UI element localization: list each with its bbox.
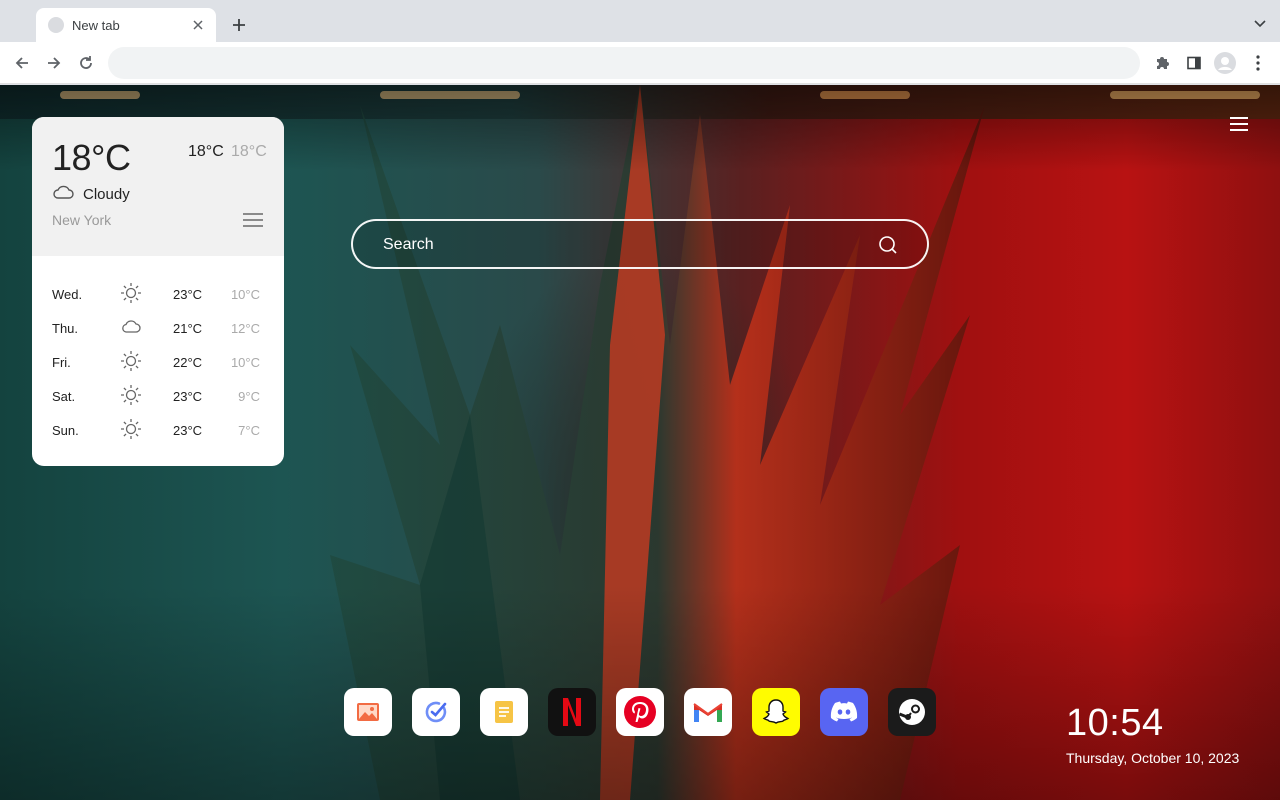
app-steam[interactable]	[888, 688, 936, 736]
app-netflix[interactable]	[548, 688, 596, 736]
weather-widget: 18°C 18°C 18°C Cloudy New York Wed. 23°C…	[32, 117, 284, 466]
tab-search-button[interactable]	[1252, 16, 1268, 32]
forecast-high: 22°C	[173, 355, 203, 370]
arrow-left-icon	[15, 57, 28, 69]
clock-date: Thursday, October 10, 2023	[1066, 750, 1240, 766]
check-icon	[425, 701, 447, 723]
forecast-day: Fri.	[52, 355, 71, 370]
reload-icon	[80, 56, 92, 69]
forecast-row: Fri. 22°C 10°C	[32, 345, 284, 379]
weather-current: 18°C 18°C 18°C Cloudy New York	[32, 117, 284, 256]
forecast-row: Thu. 21°C 12°C	[32, 311, 284, 345]
forecast-low: 9°C	[238, 389, 260, 404]
kebab-menu-icon	[1256, 55, 1260, 71]
forecast-high: 23°C	[173, 287, 203, 302]
search-input[interactable]	[383, 233, 863, 257]
app-photos[interactable]	[344, 688, 392, 736]
weather-menu-button[interactable]	[243, 213, 263, 229]
chrome-menu-button[interactable]	[1247, 52, 1269, 74]
puzzle-icon	[1157, 57, 1169, 69]
app-discord[interactable]	[820, 688, 868, 736]
app-gmail[interactable]	[684, 688, 732, 736]
browser-toolbar	[0, 42, 1280, 84]
forecast-row: Sat. 23°C 9°C	[32, 379, 284, 413]
gmail-icon	[693, 703, 723, 722]
today-low: 18°C	[231, 143, 267, 160]
app-notes[interactable]	[480, 688, 528, 736]
sun-icon	[121, 385, 141, 405]
tab-close-button[interactable]	[190, 17, 206, 33]
app-pinterest[interactable]	[616, 688, 664, 736]
weather-forecast: Wed. 23°C 10°C Thu. 21°C 12°C Fri. 22°C …	[32, 277, 284, 447]
sun-icon	[121, 351, 141, 371]
forecast-day: Wed.	[52, 287, 83, 302]
forecast-low: 10°C	[230, 355, 260, 370]
new-tab-page: 18°C 18°C 18°C Cloudy New York Wed. 23°C…	[0, 85, 1280, 800]
forecast-low: 7°C	[238, 423, 260, 438]
address-bar[interactable]	[108, 47, 1140, 79]
sun-icon	[121, 283, 141, 303]
cloud-icon	[122, 320, 141, 333]
back-button[interactable]	[11, 52, 33, 74]
hamburger-menu-icon[interactable]	[1230, 117, 1248, 131]
side-panel-button[interactable]	[1183, 52, 1205, 74]
arrow-right-icon	[48, 57, 61, 69]
pinterest-icon	[624, 696, 656, 728]
avatar-icon	[1214, 52, 1236, 74]
forecast-high: 23°C	[173, 389, 203, 404]
forecast-low: 10°C	[230, 287, 260, 302]
plus-icon	[233, 19, 245, 31]
netflix-icon	[563, 698, 581, 726]
snapchat-icon	[762, 699, 790, 724]
weather-city: New York	[52, 212, 112, 228]
tab-new-tab[interactable]: New tab	[36, 8, 216, 42]
profile-button[interactable]	[1214, 52, 1236, 74]
forecast-day: Sat.	[52, 389, 76, 404]
weather-condition: Cloudy	[83, 186, 130, 203]
app-tasks[interactable]	[412, 688, 460, 736]
search-icon[interactable]	[877, 234, 899, 256]
chevron-down-icon	[1254, 20, 1266, 28]
discord-icon	[830, 701, 858, 722]
steam-icon	[898, 699, 925, 725]
app-snapchat[interactable]	[752, 688, 800, 736]
forward-button[interactable]	[43, 52, 65, 74]
current-temperature: 18°C	[52, 137, 131, 178]
clock-time: 10:54	[1066, 702, 1164, 744]
tab-strip: New tab	[0, 0, 1280, 42]
extensions-button[interactable]	[1151, 52, 1173, 74]
forecast-high: 23°C	[173, 423, 203, 438]
forecast-day: Thu.	[52, 321, 79, 336]
reload-button[interactable]	[75, 52, 97, 74]
forecast-high: 21°C	[173, 321, 203, 336]
close-icon	[193, 20, 203, 30]
photo-icon	[357, 703, 379, 721]
today-high: 18°C	[188, 143, 224, 160]
forecast-row: Wed. 23°C 10°C	[32, 277, 284, 311]
note-icon	[495, 701, 513, 723]
tab-title: New tab	[72, 17, 120, 33]
forecast-day: Sun.	[52, 423, 79, 438]
sun-icon	[121, 419, 141, 439]
forecast-low: 12°C	[230, 321, 260, 336]
search-box	[351, 219, 929, 269]
tab-favicon-icon	[48, 17, 64, 33]
new-tab-button[interactable]	[228, 14, 250, 36]
forecast-row: Sun. 23°C 7°C	[32, 413, 284, 447]
cloud-icon	[53, 185, 74, 199]
app-dock	[344, 688, 936, 736]
side-panel-icon	[1187, 56, 1201, 70]
